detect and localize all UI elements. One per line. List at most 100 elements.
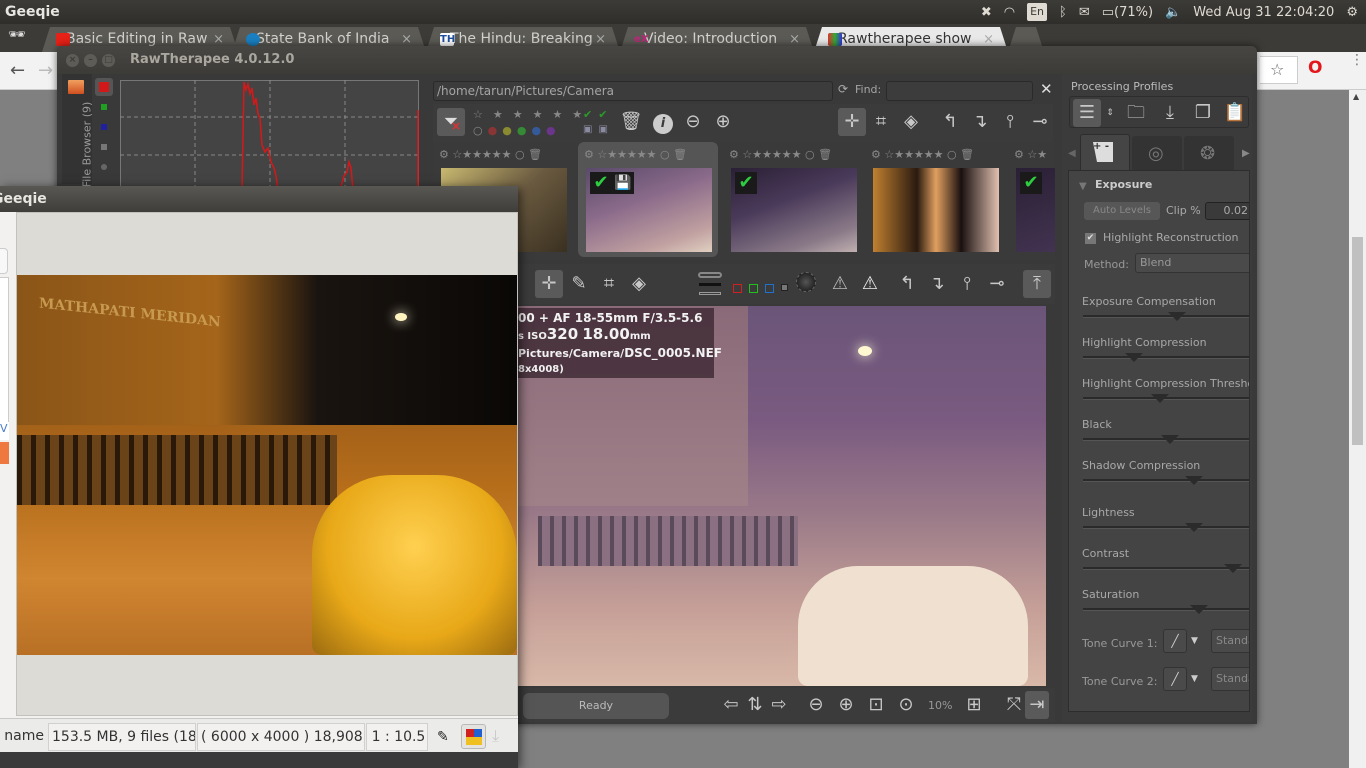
collapse-triangle-icon[interactable]: ▼ — [1079, 181, 1087, 192]
exposure-section-title[interactable]: Exposure — [1095, 178, 1152, 191]
saved-filter-buttons[interactable]: ▣▣ — [583, 124, 614, 135]
slider-thumb[interactable] — [1150, 394, 1169, 403]
zoom-in-button[interactable]: ⊕ — [832, 691, 860, 719]
bluetooth-icon[interactable]: ᛒ — [1059, 5, 1067, 20]
clip-percent-input[interactable]: 0.02 — [1205, 202, 1249, 220]
sort-by-label[interactable]: name — [0, 723, 48, 751]
blue-channel-toggle[interactable] — [765, 284, 774, 293]
slider-track[interactable] — [1083, 356, 1249, 359]
copy-profile-button[interactable]: ❐ — [1189, 99, 1217, 127]
color-management-button[interactable] — [461, 724, 486, 749]
scroll-up-arrow-icon[interactable]: ▲ — [1353, 92, 1359, 101]
sidebar-selected-row[interactable] — [0, 442, 9, 464]
toggle-right-panel-button[interactable]: ⇥ — [1025, 691, 1049, 719]
back-button[interactable]: ← — [10, 60, 25, 81]
histogram-red-toggle[interactable] — [95, 78, 113, 96]
sidebar-list[interactable] — [0, 277, 9, 423]
crop-tool-button[interactable]: ⌗ — [595, 270, 623, 298]
tab-detail[interactable]: ◎ — [1132, 136, 1182, 170]
clear-find-icon[interactable]: ✕ — [1040, 80, 1053, 98]
keyboard-layout-indicator[interactable]: En — [1027, 3, 1048, 21]
histogram-luminance-toggle[interactable] — [101, 144, 107, 150]
highlight-reconstruction-checkbox[interactable]: ✔ — [1085, 233, 1096, 244]
slider-thumb[interactable] — [1184, 523, 1203, 532]
slider-track[interactable] — [1083, 526, 1249, 529]
battery-indicator[interactable]: ▭(71%) — [1102, 5, 1153, 20]
straighten-tool-button[interactable]: ◈ — [897, 108, 925, 136]
before-after-toggle[interactable] — [698, 270, 724, 300]
profile-list-button[interactable]: ☰ — [1073, 99, 1101, 127]
file-browser-tab[interactable]: File Browser (9) — [80, 102, 93, 188]
rotate-left-button[interactable]: ↰ — [893, 270, 921, 298]
profile-spinner[interactable]: ⇕ — [1102, 99, 1118, 127]
window-maximize-button[interactable]: □ — [102, 54, 115, 67]
slider-thumb[interactable] — [1125, 353, 1143, 362]
auto-levels-button[interactable]: Auto Levels — [1084, 202, 1160, 220]
thumbnail[interactable]: ⚙ ☆★ ✔ — [1008, 142, 1055, 257]
green-channel-toggle[interactable] — [749, 284, 758, 293]
rotate-right-button[interactable]: ↴ — [923, 270, 951, 298]
flip-horizontal-button[interactable]: ⊸ — [983, 270, 1011, 298]
flip-vertical-button[interactable]: ⫯ — [996, 108, 1024, 136]
next-image-button[interactable]: ⇨ — [765, 691, 793, 719]
slider-thumb[interactable] — [1167, 312, 1186, 321]
browser-menu-icon[interactable]: ⋮ — [1350, 53, 1364, 67]
window-minimize-button[interactable]: – — [84, 54, 97, 67]
thumbnail-rating-bar[interactable]: ⚙ ☆★★★★★ ○ 🗑 — [871, 148, 974, 161]
zoom-100-button[interactable]: ⊙ — [892, 691, 920, 719]
path-input[interactable]: /home/tarun/Pictures/Camera — [433, 81, 833, 101]
edited-filter-buttons[interactable]: ✔✔ — [583, 108, 613, 121]
omnibox-end[interactable]: ☆ — [1260, 56, 1298, 84]
window-close-button[interactable]: × — [66, 54, 79, 67]
trash-filter-button[interactable]: 🗑 — [617, 108, 645, 136]
red-channel-toggle[interactable] — [733, 284, 742, 293]
flip-vertical-button[interactable]: ⫯ — [953, 270, 981, 298]
wifi-icon[interactable]: ◠ — [1004, 5, 1015, 20]
star-filter-buttons[interactable]: ☆★★★★★ — [473, 108, 592, 121]
flip-horizontal-button[interactable]: ⊸ — [1026, 108, 1054, 136]
slider-thumb[interactable] — [1184, 476, 1203, 485]
clock[interactable]: Wed Aug 31 22:04:20 — [1193, 5, 1334, 20]
dropbox-icon[interactable]: ✖ — [981, 5, 992, 20]
tab-exposure[interactable]: + - — [1080, 134, 1130, 170]
new-detail-window-button[interactable]: ⊞ — [960, 691, 988, 719]
thumbnail-rating-bar[interactable]: ⚙ ☆★★★★★ ○ 🗑 — [729, 148, 832, 161]
mail-icon[interactable]: ✉ — [1079, 5, 1090, 20]
zoom-in-thumbnails-button[interactable]: ⊕ — [709, 108, 737, 136]
load-profile-button[interactable]: 🗀 — [1122, 99, 1150, 127]
save-profile-button[interactable]: ⤓ — [1156, 99, 1184, 127]
zoom-fit-button[interactable]: ⊡ — [862, 691, 890, 719]
slider-thumb[interactable] — [1189, 605, 1208, 614]
dropdown-arrow-icon[interactable]: ▼ — [1191, 636, 1198, 646]
hand-tool-button[interactable]: ✛ — [838, 108, 866, 136]
tone-curve-2-mode-dropdown[interactable]: Standard — [1211, 667, 1249, 691]
method-dropdown[interactable]: Blend — [1135, 253, 1249, 273]
tabs-scroll-right-icon[interactable]: ▶ — [1242, 148, 1250, 159]
thumbnail[interactable]: ⚙ ☆★★★★★ ○ 🗑 — [865, 142, 1005, 257]
refresh-icon[interactable]: ⟳ — [838, 82, 848, 96]
bookmark-star-icon[interactable]: ☆ — [1270, 60, 1284, 79]
thumbnail[interactable]: ⚙ ☆★★★★★ ○ 🗑 ✔ — [723, 142, 863, 257]
luminance-toggle[interactable] — [781, 284, 788, 291]
find-input[interactable] — [886, 81, 1033, 101]
hand-tool-button[interactable]: ✛ — [535, 270, 563, 298]
dropdown-arrow-icon[interactable]: ▼ — [1191, 674, 1198, 684]
zoom-out-button[interactable]: ⊖ — [802, 691, 830, 719]
tone-curve-2-type-button[interactable]: ╱ — [1163, 667, 1187, 691]
tabs-scroll-left-icon[interactable]: ◀ — [1068, 148, 1076, 159]
tab-color[interactable]: ❂ — [1184, 136, 1234, 170]
hide-panels-button[interactable]: ⤒ — [1023, 270, 1051, 298]
forward-button[interactable]: → — [38, 60, 53, 81]
rotate-left-button[interactable]: ↰ — [936, 108, 964, 136]
slider-track[interactable] — [1083, 608, 1249, 611]
slider-track[interactable] — [1083, 479, 1249, 482]
color-label-filter-buttons[interactable]: ○●●●●● — [473, 124, 561, 137]
zoom-out-thumbnails-button[interactable]: ⊖ — [679, 108, 707, 136]
save-image-icon[interactable]: ⤓ — [492, 726, 499, 746]
browser-scrollbar[interactable]: ▲ — [1349, 90, 1366, 768]
slider-track[interactable] — [1083, 315, 1249, 318]
thumbnail-rating-bar[interactable]: ⚙ ☆★★★★★ ○ 🗑 — [439, 148, 542, 161]
rotate-right-button[interactable]: ↴ — [966, 108, 994, 136]
tone-curve-1-mode-dropdown[interactable]: Standard — [1211, 629, 1249, 653]
fullscreen-button[interactable]: ⤧ — [1000, 691, 1028, 719]
